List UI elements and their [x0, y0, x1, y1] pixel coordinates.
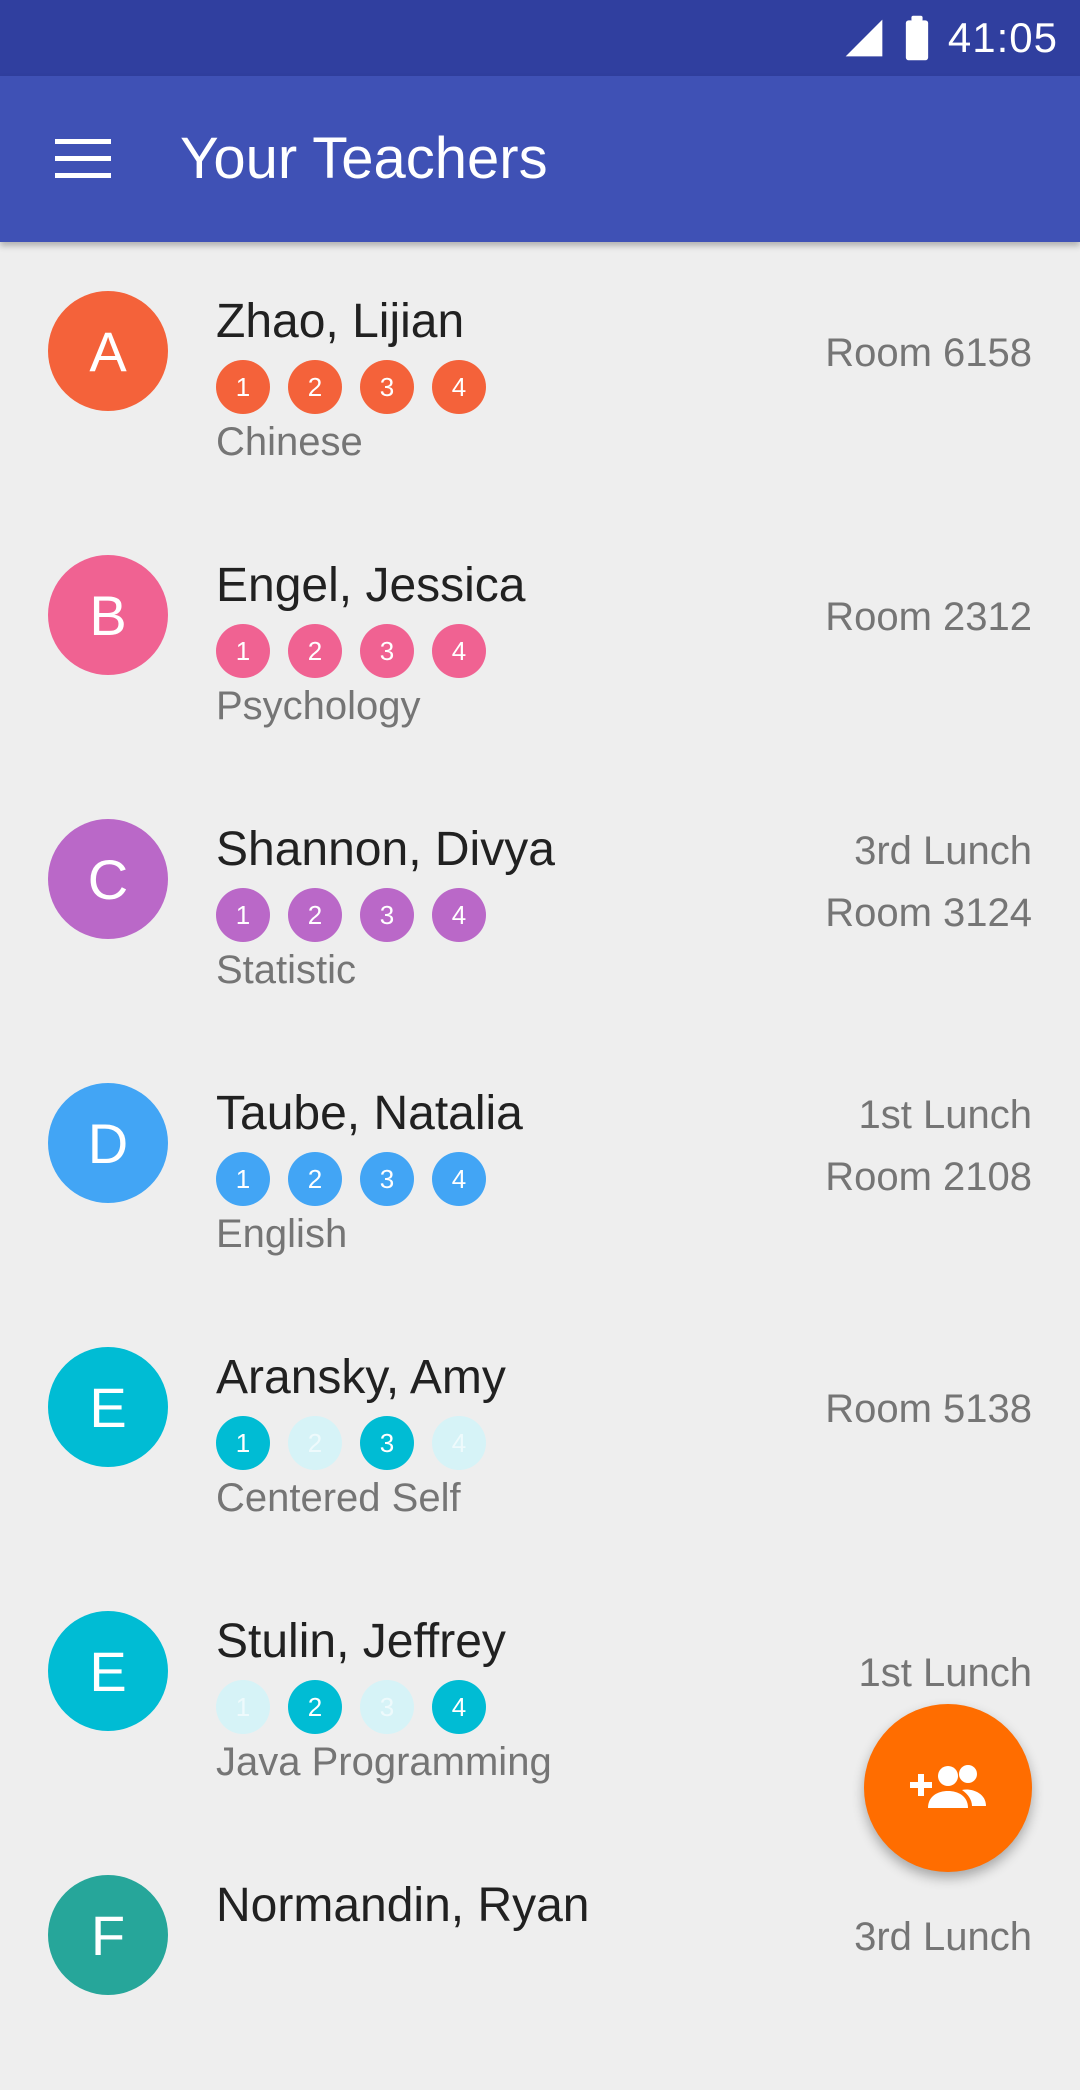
period-badge: 4 [432, 1152, 486, 1206]
period-badge: 2 [288, 1416, 342, 1470]
add-teacher-fab[interactable] [864, 1704, 1032, 1872]
period-badge: 2 [288, 1152, 342, 1206]
period-badge: 1 [216, 888, 270, 942]
avatar: E [48, 1347, 168, 1467]
period-badge: 1 [216, 624, 270, 678]
room-label: Room 2108 [825, 1155, 1032, 1199]
period-badge: 4 [432, 624, 486, 678]
period-badge: 3 [360, 1416, 414, 1470]
teacher-meta: 1st Lunch [859, 1642, 1032, 1704]
teacher-row[interactable]: D Taube, Natalia 1 2 3 4 English 1st Lunch Room … [0, 1034, 1080, 1298]
status-bar: 41:05 [0, 0, 1080, 76]
period-badge: 1 [216, 360, 270, 414]
room-label: Room 5138 [825, 1387, 1032, 1431]
period-badge: 4 [432, 360, 486, 414]
battery-icon [905, 15, 929, 61]
teacher-name: Engel, Jessica [216, 559, 526, 612]
period-badges: 1234 [216, 1416, 486, 1470]
avatar: F [48, 1875, 168, 1995]
room-label: Room 3124 [825, 891, 1032, 935]
lunch-label: 1st Lunch [858, 1093, 1032, 1137]
period-badge: 2 [288, 624, 342, 678]
period-badge: 3 [360, 1680, 414, 1734]
teacher-meta: Room 6158 [825, 322, 1032, 384]
period-badges: 1234 [216, 1152, 486, 1206]
period-badge: 3 [360, 624, 414, 678]
period-badges: 1234 [216, 1680, 486, 1734]
teacher-name: Taube, Natalia [216, 1087, 523, 1140]
avatar: E [48, 1611, 168, 1731]
period-badge: 1 [216, 1416, 270, 1470]
teacher-meta: Room 2312 [825, 586, 1032, 648]
signal-icon [845, 19, 883, 57]
avatar: C [48, 819, 168, 939]
lunch-label: 1st Lunch [858, 1651, 1032, 1695]
period-badge: 4 [432, 888, 486, 942]
period-badge: 2 [288, 360, 342, 414]
period-badge: 1 [216, 1152, 270, 1206]
period-badge: 3 [360, 1152, 414, 1206]
period-badges: 1234 [216, 360, 486, 414]
period-badge: 3 [360, 888, 414, 942]
teacher-name: Shannon, Divya [216, 823, 555, 876]
teacher-meta: 3rd Lunch Room 3124 [825, 820, 1032, 944]
period-badge: 2 [288, 1680, 342, 1734]
room-label: Room 6158 [825, 331, 1032, 375]
add-group-icon [910, 1765, 986, 1808]
period-badges: 1234 [216, 888, 486, 942]
teacher-meta: 1st Lunch Room 2108 [825, 1084, 1032, 1208]
teacher-subject: Statistic [216, 948, 357, 992]
teacher-subject: English [216, 1212, 348, 1256]
app-bar: Your Teachers [0, 76, 1080, 242]
period-badge: 2 [288, 888, 342, 942]
lunch-label: 3rd Lunch [854, 1915, 1032, 1959]
avatar: D [48, 1083, 168, 1203]
teacher-row[interactable]: A Zhao, Lijian 1 2 3 4 Chinese Room 6158 [0, 242, 1080, 506]
teacher-meta: 3rd Lunch [854, 1906, 1032, 1968]
teacher-name: Zhao, Lijian [216, 295, 465, 348]
avatar: A [48, 291, 168, 411]
teacher-subject: Psychology [216, 684, 421, 728]
teacher-subject: Centered Self [216, 1476, 461, 1520]
period-badge: 4 [432, 1680, 486, 1734]
period-badge: 1 [216, 1680, 270, 1734]
teacher-subject: Chinese [216, 420, 363, 464]
teacher-name: Aransky, Amy [216, 1351, 506, 1404]
menu-button[interactable] [38, 119, 128, 199]
period-badges: 1234 [216, 624, 486, 678]
room-label: Room 2312 [825, 595, 1032, 639]
menu-icon [55, 139, 111, 178]
status-icons: 41:05 [842, 0, 1058, 76]
teacher-row[interactable]: B Engel, Jessica 1 2 3 4 Psychology Room 2312 [0, 506, 1080, 770]
status-time: 41:05 [947, 14, 1058, 61]
lunch-label: 3rd Lunch [854, 829, 1032, 873]
period-badge: 3 [360, 360, 414, 414]
teacher-meta: Room 5138 [825, 1378, 1032, 1440]
page-title: Your Teachers [180, 126, 548, 191]
period-badge: 4 [432, 1416, 486, 1470]
teacher-name: Stulin, Jeffrey [216, 1615, 506, 1668]
avatar: B [48, 555, 168, 675]
teacher-subject: Java Programming [216, 1740, 552, 1784]
teacher-row[interactable]: C Shannon, Divya 1 2 3 4 Statistic 3rd Lunch Roo… [0, 770, 1080, 1034]
teacher-row[interactable]: E Aransky, Amy 1 2 3 4 Centered Self Room 5138 [0, 1298, 1080, 1562]
teacher-name: Normandin, Ryan [216, 1879, 590, 1932]
